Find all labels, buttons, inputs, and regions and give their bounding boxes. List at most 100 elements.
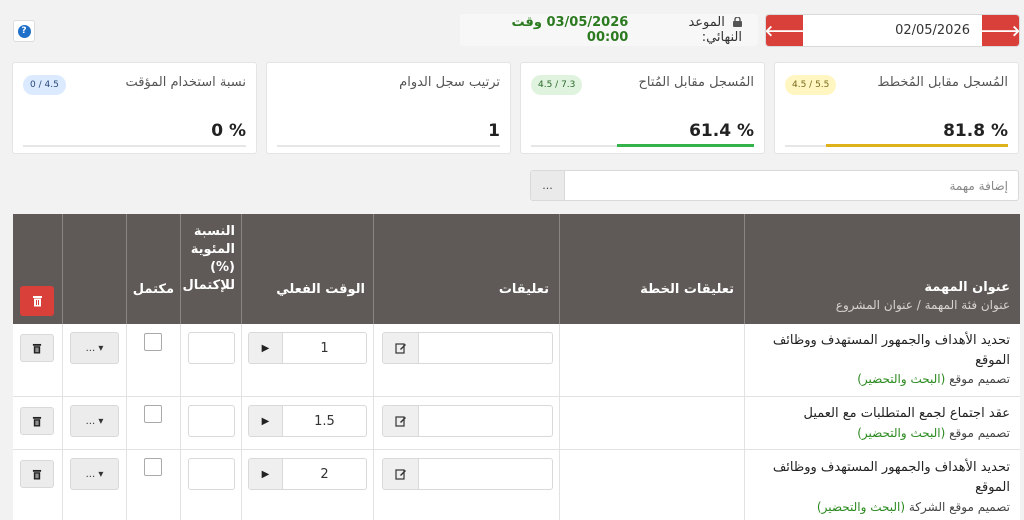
pct-cell bbox=[180, 397, 241, 449]
add-task-more-button[interactable]: ... bbox=[531, 171, 565, 200]
th-actual-time: الوقت الفعلي bbox=[241, 214, 373, 324]
card-title: المُسجل مقابل المُتاح bbox=[638, 75, 754, 90]
card-badge: 0 / 4.5 bbox=[23, 75, 66, 95]
task-cell: عقد اجتماع لجمع المتطلبات مع العميل تصمي… bbox=[744, 397, 1020, 449]
edit-icon bbox=[394, 469, 406, 480]
card-progress-track bbox=[785, 144, 1008, 147]
edit-icon bbox=[394, 343, 406, 354]
th-completed: مكتمل bbox=[126, 214, 180, 324]
card-attendance-rank: ترتيب سجل الدوام 1 bbox=[266, 62, 511, 154]
arrow-left-icon: 🡐 bbox=[765, 22, 805, 40]
add-task-group: ... إضافة مهمة bbox=[530, 170, 1019, 201]
prev-date-button[interactable]: 🡐 bbox=[765, 15, 805, 46]
comments-cell bbox=[373, 397, 559, 449]
task-project: تصميم موقع (البحث والتحضير) bbox=[857, 372, 1010, 386]
completed-checkbox[interactable] bbox=[144, 405, 162, 423]
completed-checkbox[interactable] bbox=[144, 333, 162, 351]
next-date-button[interactable]: 🡒 bbox=[980, 15, 1020, 46]
row-actions-dropdown[interactable]: ... ▾ bbox=[70, 405, 119, 437]
time-input-group: ▶ 2 bbox=[248, 458, 367, 490]
comment-input[interactable] bbox=[419, 406, 552, 436]
add-task-input[interactable]: إضافة مهمة bbox=[565, 171, 1018, 200]
card-timer-usage: نسبة استخدام المؤقت 0 / 4.5 % 0 bbox=[12, 62, 257, 154]
comment-input-group bbox=[382, 405, 553, 437]
task-title: تحديد الأهداف والجمهور المستهدف ووظائف ا… bbox=[772, 333, 1010, 368]
task-cell: تحديد الأهداف والجمهور المستهدف ووظائف ا… bbox=[744, 324, 1020, 396]
table-row: عقد اجتماع لجمع المتطلبات مع العميل تصمي… bbox=[13, 397, 1020, 450]
lock-icon bbox=[733, 17, 742, 27]
delete-row-button[interactable] bbox=[20, 334, 54, 362]
pct-input[interactable] bbox=[188, 405, 235, 437]
delete-row-button[interactable] bbox=[20, 460, 54, 488]
tasks-table: عنوان المهمة عنوان فئة المهمة / عنوان ال… bbox=[13, 214, 1020, 520]
card-title: نسبة استخدام المؤقت bbox=[125, 75, 246, 90]
delete-all-button[interactable] bbox=[20, 286, 54, 316]
row-actions-dropdown[interactable]: ... ▾ bbox=[70, 332, 119, 364]
arrow-right-icon: 🡒 bbox=[980, 22, 1020, 40]
time-input-group: ▶ 1 bbox=[248, 332, 367, 364]
pct-input[interactable] bbox=[188, 332, 235, 364]
comments-cell bbox=[373, 324, 559, 396]
card-progress-track bbox=[531, 144, 754, 147]
card-badge: 4.5 / 5.5 bbox=[785, 75, 837, 95]
delete-cell bbox=[13, 397, 62, 449]
table-row: تحديد الأهداف والجمهور المستهدف ووظائف ا… bbox=[13, 324, 1020, 397]
edit-button[interactable] bbox=[383, 333, 419, 363]
plan-comments-cell bbox=[559, 450, 744, 520]
card-value: % 81.8 bbox=[943, 121, 1008, 141]
completed-cell bbox=[126, 324, 180, 396]
delete-row-button[interactable] bbox=[20, 407, 54, 435]
card-progress-fill bbox=[617, 144, 754, 147]
row-actions-dropdown[interactable]: ... ▾ bbox=[70, 458, 119, 490]
comment-input[interactable] bbox=[419, 459, 552, 489]
task-project: تصميم موقع (البحث والتحضير) bbox=[857, 426, 1010, 440]
task-cell: تحديد الأهداف والجمهور المستهدف ووظائف ا… bbox=[744, 450, 1020, 520]
completed-cell bbox=[126, 397, 180, 449]
card-value: 1 bbox=[488, 121, 500, 141]
date-input[interactable]: 02/05/2026 bbox=[803, 15, 982, 46]
play-timer-button[interactable]: ▶ bbox=[249, 406, 283, 436]
play-timer-button[interactable]: ▶ bbox=[249, 333, 283, 363]
card-title: المُسجل مقابل المُخطط bbox=[877, 75, 1008, 90]
th-completion-pct: النسبة المئوية (%) للإكتمال bbox=[180, 214, 241, 324]
deadline-value: 03/05/2026 وقت 00:00 bbox=[511, 15, 629, 45]
card-progress-track bbox=[23, 145, 246, 147]
edit-button[interactable] bbox=[383, 406, 419, 436]
th-task-title: عنوان المهمة عنوان فئة المهمة / عنوان ال… bbox=[744, 214, 1020, 324]
card-progress-track bbox=[277, 145, 500, 147]
time-cell: ▶ 1 bbox=[241, 324, 373, 396]
delete-cell bbox=[13, 324, 62, 396]
th-plan-comments: تعليقات الخطة bbox=[559, 214, 744, 324]
th-delete bbox=[13, 214, 62, 324]
trash-icon bbox=[32, 469, 42, 479]
card-badge: 4.5 / 7.3 bbox=[531, 75, 583, 95]
completed-checkbox[interactable] bbox=[144, 458, 162, 476]
edit-button[interactable] bbox=[383, 459, 419, 489]
play-icon: ▶ bbox=[261, 415, 270, 427]
task-title: عقد اجتماع لجمع المتطلبات مع العميل bbox=[803, 406, 1010, 421]
comments-cell bbox=[373, 450, 559, 520]
comment-input-group bbox=[382, 458, 553, 490]
card-logged-vs-available: المُسجل مقابل المُتاح 4.5 / 7.3 % 61.4 bbox=[520, 62, 765, 154]
play-icon: ▶ bbox=[261, 342, 270, 354]
help-button[interactable]: ? bbox=[13, 20, 35, 42]
time-input[interactable]: 2 bbox=[283, 459, 366, 489]
table-header: عنوان المهمة عنوان فئة المهمة / عنوان ال… bbox=[13, 214, 1020, 324]
pct-cell bbox=[180, 324, 241, 396]
pct-input[interactable] bbox=[188, 458, 235, 490]
pct-cell bbox=[180, 450, 241, 520]
plan-comments-cell bbox=[559, 397, 744, 449]
play-timer-button[interactable]: ▶ bbox=[249, 459, 283, 489]
card-logged-vs-planned: المُسجل مقابل المُخطط 4.5 / 5.5 % 81.8 bbox=[774, 62, 1019, 154]
table-row: تحديد الأهداف والجمهور المستهدف ووظائف ا… bbox=[13, 450, 1020, 520]
time-input[interactable]: 1.5 bbox=[283, 406, 366, 436]
task-project: تصميم موقع الشركة (البحث والتحضير) bbox=[816, 500, 1010, 514]
comment-input[interactable] bbox=[419, 333, 552, 363]
plan-comments-cell bbox=[559, 324, 744, 396]
delete-cell bbox=[13, 450, 62, 520]
time-cell: ▶ 2 bbox=[241, 450, 373, 520]
time-input[interactable]: 1 bbox=[283, 333, 366, 363]
trash-icon bbox=[32, 416, 42, 426]
card-progress-fill bbox=[825, 144, 1008, 147]
date-navigator: 🡐 02/05/2026 🡒 bbox=[765, 14, 1020, 47]
